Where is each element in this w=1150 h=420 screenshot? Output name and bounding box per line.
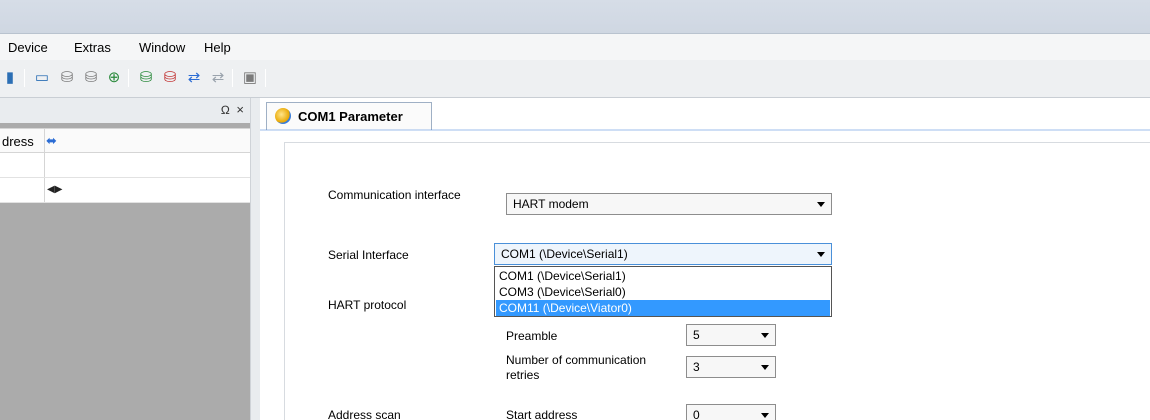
column-divider bbox=[44, 178, 45, 202]
comm-interface-select[interactable]: HART modem bbox=[506, 193, 832, 215]
scan-icon[interactable]: ⇄ bbox=[184, 67, 204, 87]
dtm-icon bbox=[275, 108, 291, 124]
hart-protocol-label: HART protocol bbox=[328, 298, 407, 312]
comm-interface-label: Communication interface bbox=[328, 188, 461, 202]
close-icon[interactable]: × bbox=[236, 102, 244, 117]
dropdown-option[interactable]: COM1 (\Device\Serial1) bbox=[496, 268, 830, 284]
toolbar-separator bbox=[128, 69, 129, 87]
toolbar-separator bbox=[232, 69, 233, 87]
pin-icon[interactable]: Ω bbox=[221, 103, 230, 117]
preamble-value: 5 bbox=[693, 328, 700, 342]
serial-interface-select[interactable]: COM1 (\Device\Serial1) bbox=[494, 243, 832, 265]
dropdown-option[interactable]: COM3 (\Device\Serial0) bbox=[496, 284, 830, 300]
start-address-value: 0 bbox=[693, 408, 700, 420]
table-row[interactable]: ◀▶ bbox=[0, 178, 250, 203]
retries-label-line2: retries bbox=[506, 368, 540, 382]
retries-label-line1: Number of communication bbox=[506, 353, 647, 367]
chevron-down-icon bbox=[817, 202, 825, 207]
tab-strip-line bbox=[260, 129, 1150, 131]
start-address-select[interactable]: 0 bbox=[686, 404, 776, 420]
device-add-icon[interactable]: ⛁ bbox=[136, 67, 156, 87]
preamble-label: Preamble bbox=[506, 329, 558, 343]
menu-extras[interactable]: Extras bbox=[74, 40, 111, 55]
device-list-panel: Ω × dress ⬌ ◀▶ bbox=[0, 98, 250, 420]
scan-disabled-icon[interactable]: ⇄ bbox=[208, 67, 228, 87]
address-scan-label: Address scan bbox=[328, 408, 401, 420]
panel-header: Ω × bbox=[0, 98, 250, 123]
column-divider bbox=[44, 153, 45, 177]
address-column-header[interactable]: dress bbox=[2, 134, 34, 149]
list-view-icon[interactable]: ▭ bbox=[32, 67, 52, 87]
image-icon[interactable]: ▣ bbox=[240, 67, 260, 87]
menu-window[interactable]: Window bbox=[139, 40, 185, 55]
connection-icon: ◀▶ bbox=[47, 184, 63, 195]
chevron-down-icon bbox=[761, 413, 769, 418]
menu-bar: Device Extras Window Help bbox=[0, 34, 1150, 60]
retries-select[interactable]: 3 bbox=[686, 356, 776, 378]
chevron-down-icon bbox=[761, 333, 769, 338]
menu-help[interactable]: Help bbox=[204, 40, 231, 55]
upload-icon[interactable]: ⊕ bbox=[104, 67, 124, 87]
retries-value: 3 bbox=[693, 360, 700, 374]
preamble-select[interactable]: 5 bbox=[686, 324, 776, 346]
dropdown-option-selected[interactable]: COM11 (\Device\Viator0) bbox=[496, 300, 830, 316]
window-title-bar bbox=[0, 0, 1150, 34]
serial-interface-label: Serial Interface bbox=[328, 248, 409, 262]
menu-device[interactable]: Device bbox=[8, 40, 48, 55]
table-row[interactable] bbox=[0, 153, 250, 178]
tab-com1-parameter[interactable]: COM1 Parameter bbox=[266, 102, 432, 130]
device-connect-icon[interactable]: ⛁ bbox=[57, 67, 77, 87]
open-icon[interactable]: ▮ bbox=[0, 67, 20, 87]
toolbar-separator bbox=[265, 69, 266, 87]
start-address-label: Start address bbox=[506, 408, 578, 420]
device-remove-icon[interactable]: ⛁ bbox=[160, 67, 180, 87]
serial-interface-value: COM1 (\Device\Serial1) bbox=[501, 247, 628, 261]
toolbar-separator bbox=[24, 69, 25, 87]
grid-header: dress ⬌ bbox=[0, 128, 250, 153]
tab-label: COM1 Parameter bbox=[298, 109, 403, 124]
serial-interface-dropdown: COM1 (\Device\Serial1) COM3 (\Device\Ser… bbox=[494, 266, 832, 317]
column-divider bbox=[44, 129, 45, 152]
device-disconnect-icon[interactable]: ⛁ bbox=[81, 67, 101, 87]
comm-interface-value: HART modem bbox=[513, 197, 589, 211]
chevron-down-icon bbox=[817, 252, 825, 257]
toolbar: ▮ ▭ ⛁ ⛁ ⊕ ⛁ ⛁ ⇄ ⇄ ▣ bbox=[0, 60, 1150, 98]
scan-column-icon: ⬌ bbox=[46, 133, 57, 148]
chevron-down-icon bbox=[761, 365, 769, 370]
panel-splitter[interactable] bbox=[250, 98, 260, 420]
